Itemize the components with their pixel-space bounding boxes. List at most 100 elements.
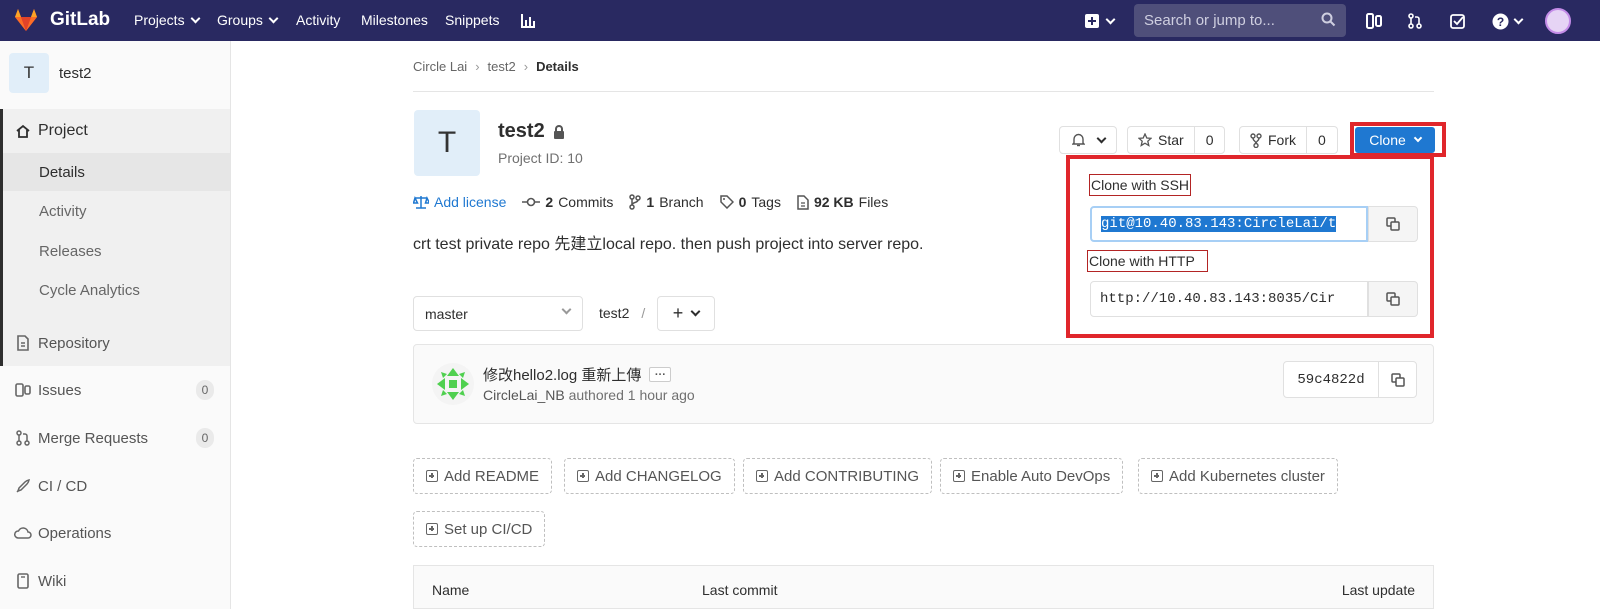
commit-sha[interactable]: 59c4822d xyxy=(1284,362,1379,397)
chevron-right-icon: › xyxy=(523,59,529,74)
repo-path-root[interactable]: test2 xyxy=(599,305,629,321)
add-readme-button[interactable]: Add README xyxy=(413,458,553,494)
sidebar-item-repository[interactable]: Repository xyxy=(0,333,230,353)
ssh-url-field[interactable]: git@10.40.83.143:CircleLai/t xyxy=(1090,206,1368,242)
branch-count: 1 xyxy=(646,194,655,210)
files-link[interactable]: 92 KB Files xyxy=(797,194,888,210)
enable-auto-devops-button[interactable]: Enable Auto DevOps xyxy=(940,458,1124,494)
chevron-right-icon: › xyxy=(475,59,480,74)
commit-author-avatar[interactable] xyxy=(432,363,474,405)
svg-text:?: ? xyxy=(1497,15,1504,29)
commit-title[interactable]: 修改hello2.log 重新上傳 xyxy=(483,364,641,385)
add-changelog-button[interactable]: Add CHANGELOG xyxy=(564,458,735,494)
nav-snippets-label: Snippets xyxy=(445,12,500,28)
sidebar-item-details[interactable]: Details xyxy=(39,164,85,181)
breadcrumb-current[interactable]: Details xyxy=(536,59,579,74)
sidebar-item-activity[interactable]: Activity xyxy=(39,203,87,220)
home-icon xyxy=(14,122,32,140)
fork-count[interactable]: 0 xyxy=(1307,132,1337,148)
files-label: Files xyxy=(858,194,889,210)
file-icon xyxy=(797,194,809,210)
gitlab-logo[interactable]: GitLab xyxy=(12,6,110,34)
lock-icon xyxy=(553,124,564,139)
sidebar-item-releases[interactable]: Releases xyxy=(39,243,102,260)
path-separator: / xyxy=(641,305,646,321)
commit-authored-label: authored xyxy=(568,387,624,403)
new-item-plus-icon[interactable] xyxy=(1082,11,1116,31)
page-title: test2 xyxy=(498,120,565,143)
sidebar-item-label: Merge Requests xyxy=(38,429,149,447)
column-last-update: Last update xyxy=(1341,582,1415,598)
copy-icon xyxy=(1386,292,1400,306)
commits-link[interactable]: 2 Commits xyxy=(522,194,613,210)
star-button[interactable]: Star xyxy=(1128,127,1195,153)
help-icon[interactable]: ? xyxy=(1489,11,1525,31)
nav-snippets[interactable]: Snippets xyxy=(445,12,499,28)
project-avatar-small: T xyxy=(9,53,49,93)
sidebar-item-wiki[interactable]: Wiki xyxy=(0,571,230,591)
user-avatar[interactable] xyxy=(1545,8,1571,34)
issues-count-badge: 0 xyxy=(196,380,214,400)
todo-check-icon[interactable] xyxy=(1448,11,1468,31)
nav-activity[interactable]: Activity xyxy=(296,12,340,28)
book-icon xyxy=(14,572,32,590)
search-icon xyxy=(1321,12,1336,27)
http-url-field[interactable]: http://10.40.83.143:8035/Cir xyxy=(1090,281,1368,317)
breadcrumb-project[interactable]: test2 xyxy=(488,59,516,74)
sidebar-item-cycle-analytics[interactable]: Cycle Analytics xyxy=(39,282,140,299)
brand-name: GitLab xyxy=(50,9,111,30)
project-id: Project ID: 10 xyxy=(498,150,583,166)
branch-select-value: master xyxy=(425,305,468,322)
nav-milestones[interactable]: Milestones xyxy=(361,12,428,28)
search-input[interactable]: Search or jump to... xyxy=(1134,4,1346,37)
merge-requests-count-badge: 0 xyxy=(196,428,214,448)
plus-icon: + xyxy=(672,303,684,323)
sidebar-project-header[interactable]: T test2 xyxy=(0,41,230,107)
add-kubernetes-cluster-button[interactable]: Add Kubernetes cluster xyxy=(1138,458,1338,494)
copy-ssh-url-button[interactable] xyxy=(1368,206,1418,242)
clone-button[interactable]: Clone xyxy=(1355,127,1435,153)
setup-ci-cd-button[interactable]: Set up CI/CD xyxy=(413,511,546,547)
notification-dropdown-button[interactable] xyxy=(1059,126,1117,154)
tags-count: 0 xyxy=(738,194,747,210)
star-count[interactable]: 0 xyxy=(1195,132,1225,148)
header-divider xyxy=(413,91,1434,92)
project-sidebar: T test2 Project Details Activity Release… xyxy=(0,41,231,609)
sidebar-item-issues[interactable]: Issues 0 xyxy=(0,380,230,400)
plus-square-icon xyxy=(1151,470,1163,482)
cloud-icon xyxy=(14,524,32,542)
analytics-chart-icon[interactable] xyxy=(518,11,538,31)
sidebar-item-operations[interactable]: Operations xyxy=(0,523,230,543)
merge-request-icon[interactable] xyxy=(1405,11,1425,31)
bell-icon xyxy=(1072,133,1085,147)
copy-http-url-button[interactable] xyxy=(1368,281,1418,317)
branches-link[interactable]: 1 Branch xyxy=(629,194,704,210)
nav-groups[interactable]: Groups xyxy=(217,12,279,28)
project-name: test2 xyxy=(498,120,545,142)
fork-button[interactable]: Fork xyxy=(1240,127,1307,153)
commit-author[interactable]: CircleLai_NB xyxy=(483,387,565,403)
search-placeholder: Search or jump to... xyxy=(1144,12,1275,29)
sidebar-toggle-icon[interactable] xyxy=(1364,11,1384,31)
branch-label: Branch xyxy=(659,194,704,210)
add-contributing-button[interactable]: Add CONTRIBUTING xyxy=(743,458,933,494)
nav-projects[interactable]: Projects xyxy=(134,12,201,28)
expand-commit-ellipsis-button[interactable]: ··· xyxy=(649,367,672,382)
tags-link[interactable]: 0 Tags xyxy=(719,194,781,210)
add-file-dropdown-button[interactable]: + xyxy=(657,296,715,331)
copy-sha-button[interactable] xyxy=(1379,362,1416,397)
add-license-link[interactable]: Add license xyxy=(413,194,506,210)
sidebar-item-project[interactable]: Project xyxy=(3,119,230,143)
copy-icon xyxy=(1386,217,1400,231)
nav-milestones-label: Milestones xyxy=(361,12,428,28)
branch-dropdown[interactable]: master xyxy=(413,296,583,331)
enable-auto-devops-label: Enable Auto DevOps xyxy=(971,467,1111,485)
sidebar-item-ci-cd[interactable]: CI / CD xyxy=(0,476,230,496)
commit-meta: CircleLai_NB authored 1 hour ago xyxy=(483,387,695,403)
sidebar-item-merge-requests[interactable]: Merge Requests 0 xyxy=(0,428,230,448)
breadcrumb-owner[interactable]: Circle Lai xyxy=(413,59,467,74)
http-url-text: http://10.40.83.143:8035/Cir xyxy=(1100,291,1336,307)
sidebar-item-label: Repository xyxy=(38,334,110,352)
chevron-down-icon xyxy=(1413,133,1423,143)
clone-label: Clone xyxy=(1369,132,1406,148)
